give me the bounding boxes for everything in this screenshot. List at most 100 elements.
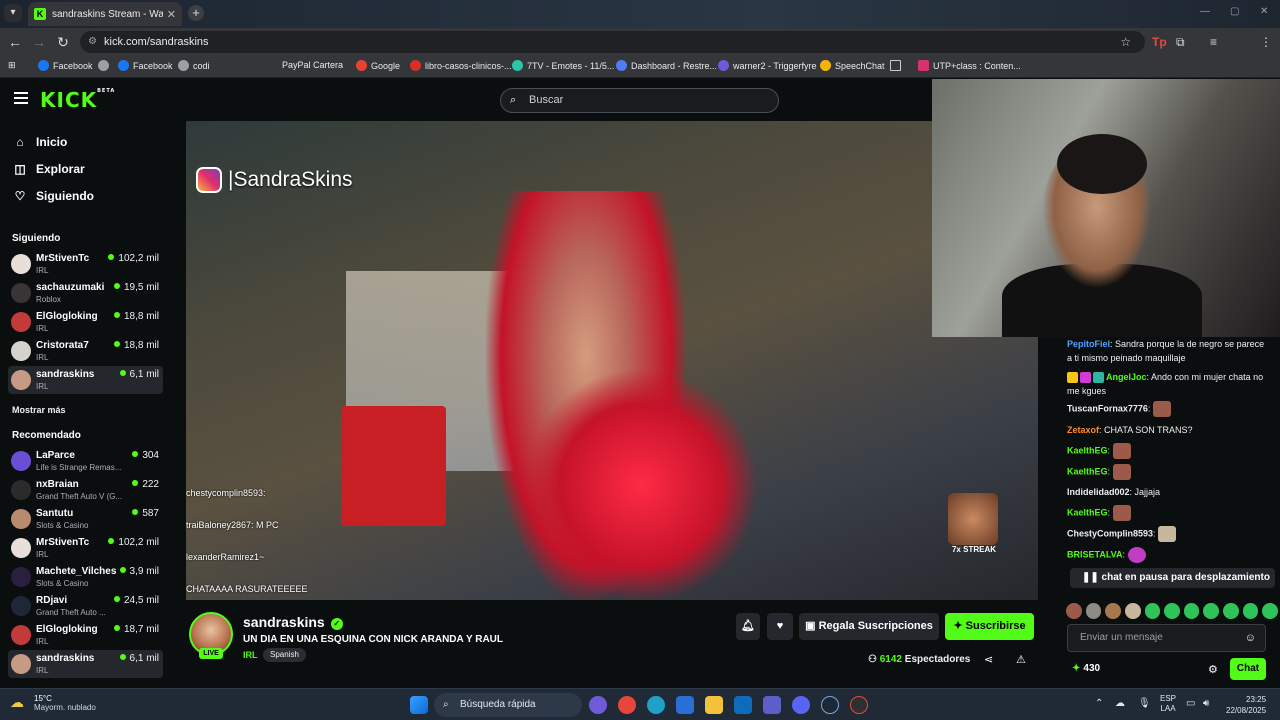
close-tab-icon[interactable]: ✕ xyxy=(167,8,176,21)
chat-message-input[interactable]: Enviar un mensaje ☺ xyxy=(1067,624,1266,652)
facebook-icon xyxy=(38,60,49,71)
emote-icon[interactable] xyxy=(1066,603,1082,619)
system-clock[interactable]: 23:25 22/08/2025 xyxy=(1226,694,1266,716)
teams-icon[interactable] xyxy=(763,696,781,714)
tab-search-button[interactable]: ▾ xyxy=(4,4,22,22)
kick-logo[interactable]: KICKBETA xyxy=(40,88,115,112)
apps-grid-icon[interactable]: ⊞ xyxy=(8,60,16,71)
nav-siguiendo[interactable]: ♡ Siguiendo xyxy=(12,189,94,203)
new-tab-button[interactable]: + xyxy=(188,5,204,21)
maximize-icon[interactable]: ▢ xyxy=(1230,6,1239,17)
copilot-icon[interactable] xyxy=(589,696,607,714)
emote-icon[interactable] xyxy=(1262,603,1279,619)
browser-tab[interactable]: K sandraskins Stream - Watc ✕ xyxy=(28,2,182,26)
streamer-name[interactable]: sandraskins ✓ xyxy=(243,614,343,630)
store-icon[interactable] xyxy=(676,696,694,714)
chrome-icon[interactable] xyxy=(618,696,636,714)
follow-heart-button[interactable]: ♥ xyxy=(767,613,793,640)
discord-icon[interactable] xyxy=(792,696,810,714)
following-channel[interactable]: sachauzumaki Roblox 19,5 mil xyxy=(8,279,163,307)
share-icon[interactable]: ⋖ xyxy=(984,653,993,666)
emote-icon[interactable] xyxy=(1242,603,1259,619)
bookmark-item[interactable]: Facebook xyxy=(38,60,93,71)
channel-points[interactable]: ✦ 430 xyxy=(1072,663,1100,674)
emote-icon[interactable] xyxy=(1203,603,1220,619)
bookmark-item[interactable]: Facebook xyxy=(118,60,173,71)
bookmark-item[interactable]: SpeechChat xyxy=(820,60,885,71)
stream-tag[interactable]: Spanish xyxy=(263,648,306,662)
network-icon[interactable]: ▭ xyxy=(1186,698,1195,709)
onedrive-icon[interactable]: ☁ xyxy=(1115,698,1125,709)
taskbar-search[interactable]: ⌕ Búsqueda rápida xyxy=(434,693,582,717)
nav-explorar[interactable]: ◫ Explorar xyxy=(12,162,84,176)
minimize-icon[interactable]: — xyxy=(1200,6,1210,17)
recommended-channel[interactable]: LaParce Life is Strange Remas... 304 xyxy=(8,447,163,475)
emote-icon[interactable] xyxy=(1085,603,1102,619)
bookmark-item[interactable]: codi xyxy=(178,60,210,71)
emote-icon[interactable] xyxy=(1124,603,1141,619)
extension-tp-icon[interactable]: Tp xyxy=(1152,35,1167,49)
steam-icon[interactable] xyxy=(821,696,839,714)
bookmark-item[interactable]: Google xyxy=(356,60,400,71)
reload-icon[interactable]: ↻ xyxy=(54,34,72,51)
language-indicator[interactable]: ESP LAA xyxy=(1160,694,1176,714)
extensions-icon[interactable]: ⧉ xyxy=(1176,35,1185,50)
chat-send-button[interactable]: Chat xyxy=(1230,658,1266,680)
site-info-icon[interactable]: ⚙ xyxy=(88,31,97,53)
emote-icon[interactable] xyxy=(1144,603,1161,619)
file-explorer-icon[interactable] xyxy=(705,696,723,714)
microphone-icon[interactable]: 🎙︎ xyxy=(1138,698,1151,709)
weather-widget[interactable]: ☁ 15°C Mayorm. nublado xyxy=(10,694,96,712)
following-channel[interactable]: ElGlogloking IRL 18,8 mil xyxy=(8,308,163,336)
forward-icon[interactable]: → xyxy=(30,34,48,50)
nav-inicio[interactable]: ⌂ Inicio xyxy=(12,135,67,149)
stream-category[interactable]: IRL xyxy=(243,650,258,660)
obs-icon[interactable] xyxy=(850,696,868,714)
emote-icon[interactable] xyxy=(1164,603,1180,619)
bookmark-star-icon[interactable]: ☆ xyxy=(1120,31,1131,53)
gift-subs-button[interactable]: ▣ Regala Suscripciones xyxy=(799,613,939,640)
emoji-picker-icon[interactable]: ☺ xyxy=(1245,625,1256,651)
close-window-icon[interactable]: ✕ xyxy=(1260,6,1268,17)
bookmark-item[interactable]: PayPal Cartera xyxy=(282,60,343,70)
bookmark-item[interactable]: Dashboard - Restre... xyxy=(616,60,717,71)
following-channel[interactable]: MrStivenTc IRL 102,2 mil xyxy=(8,250,163,278)
back-icon[interactable]: ← xyxy=(6,34,24,50)
recommended-channel[interactable]: nxBraian Grand Theft Auto V (G... 222 xyxy=(8,476,163,504)
following-channel-active[interactable]: sandraskins IRL 6,1 mil xyxy=(8,366,163,394)
emote-icon[interactable] xyxy=(1183,603,1200,619)
edge-icon[interactable] xyxy=(647,696,665,714)
search-input[interactable]: ⌕ Buscar xyxy=(500,88,779,113)
emote-icon[interactable] xyxy=(1223,603,1239,619)
browser-menu-icon[interactable]: ⋮ xyxy=(1260,35,1272,49)
video-player[interactable]: |SandraSkins chestycomplin8593: traiBalo… xyxy=(186,121,1038,600)
volume-icon[interactable]: 🔊︎ xyxy=(1203,698,1209,709)
media-control-icon[interactable]: ≡ xyxy=(1210,35,1217,49)
recommended-channel[interactable]: RDjavi Grand Theft Auto ... 24,5 mil xyxy=(8,592,163,620)
chat-paused-banner[interactable]: ❚❚ chat en pausa para desplazamiento xyxy=(1070,568,1275,588)
recommended-channel-active[interactable]: sandraskins IRL 6,1 mil xyxy=(8,650,163,678)
bookmark-item[interactable]: warner2 - Triggerfyre xyxy=(718,60,817,71)
recommended-channel[interactable]: ElGlogloking IRL 18,7 mil xyxy=(8,621,163,649)
bookmark-item[interactable] xyxy=(98,60,113,71)
bookmark-folder[interactable] xyxy=(890,60,905,71)
outlook-icon[interactable] xyxy=(734,696,752,714)
address-bar[interactable]: ⚙ kick.com/sandraskins ☆ xyxy=(80,31,1145,53)
chat-message: KaelthEG: xyxy=(1067,505,1267,521)
recommended-channel[interactable]: MrStivenTc IRL 102,2 mil xyxy=(8,534,163,562)
emote-icon[interactable] xyxy=(1105,603,1121,619)
windows-start-icon[interactable] xyxy=(410,696,428,714)
chat-settings-icon[interactable]: ⚙ xyxy=(1208,663,1218,676)
notification-bell-button[interactable]: 🔔︎ xyxy=(736,613,760,640)
recommended-channel[interactable]: Machete_Vilches Slots & Casino 3,9 mil xyxy=(8,563,163,591)
following-channel[interactable]: Cristorata7 IRL 18,8 mil xyxy=(8,337,163,365)
menu-icon[interactable] xyxy=(14,92,28,106)
bookmark-item[interactable]: UTP+class : Conten... xyxy=(918,60,1021,71)
tray-expand-icon[interactable]: ⌃ xyxy=(1095,698,1103,709)
bookmark-item[interactable]: 7TV - Emotes - 11/5... xyxy=(512,60,614,71)
show-more-link[interactable]: Mostrar más xyxy=(12,405,66,415)
recommended-channel[interactable]: Santutu Slots & Casino 587 xyxy=(8,505,163,533)
report-warning-icon[interactable]: ⚠ xyxy=(1016,653,1026,666)
subscribe-button[interactable]: ✦ Suscribirse xyxy=(945,613,1034,640)
bookmark-item[interactable]: libro-casos-clinicos-... xyxy=(410,60,512,71)
